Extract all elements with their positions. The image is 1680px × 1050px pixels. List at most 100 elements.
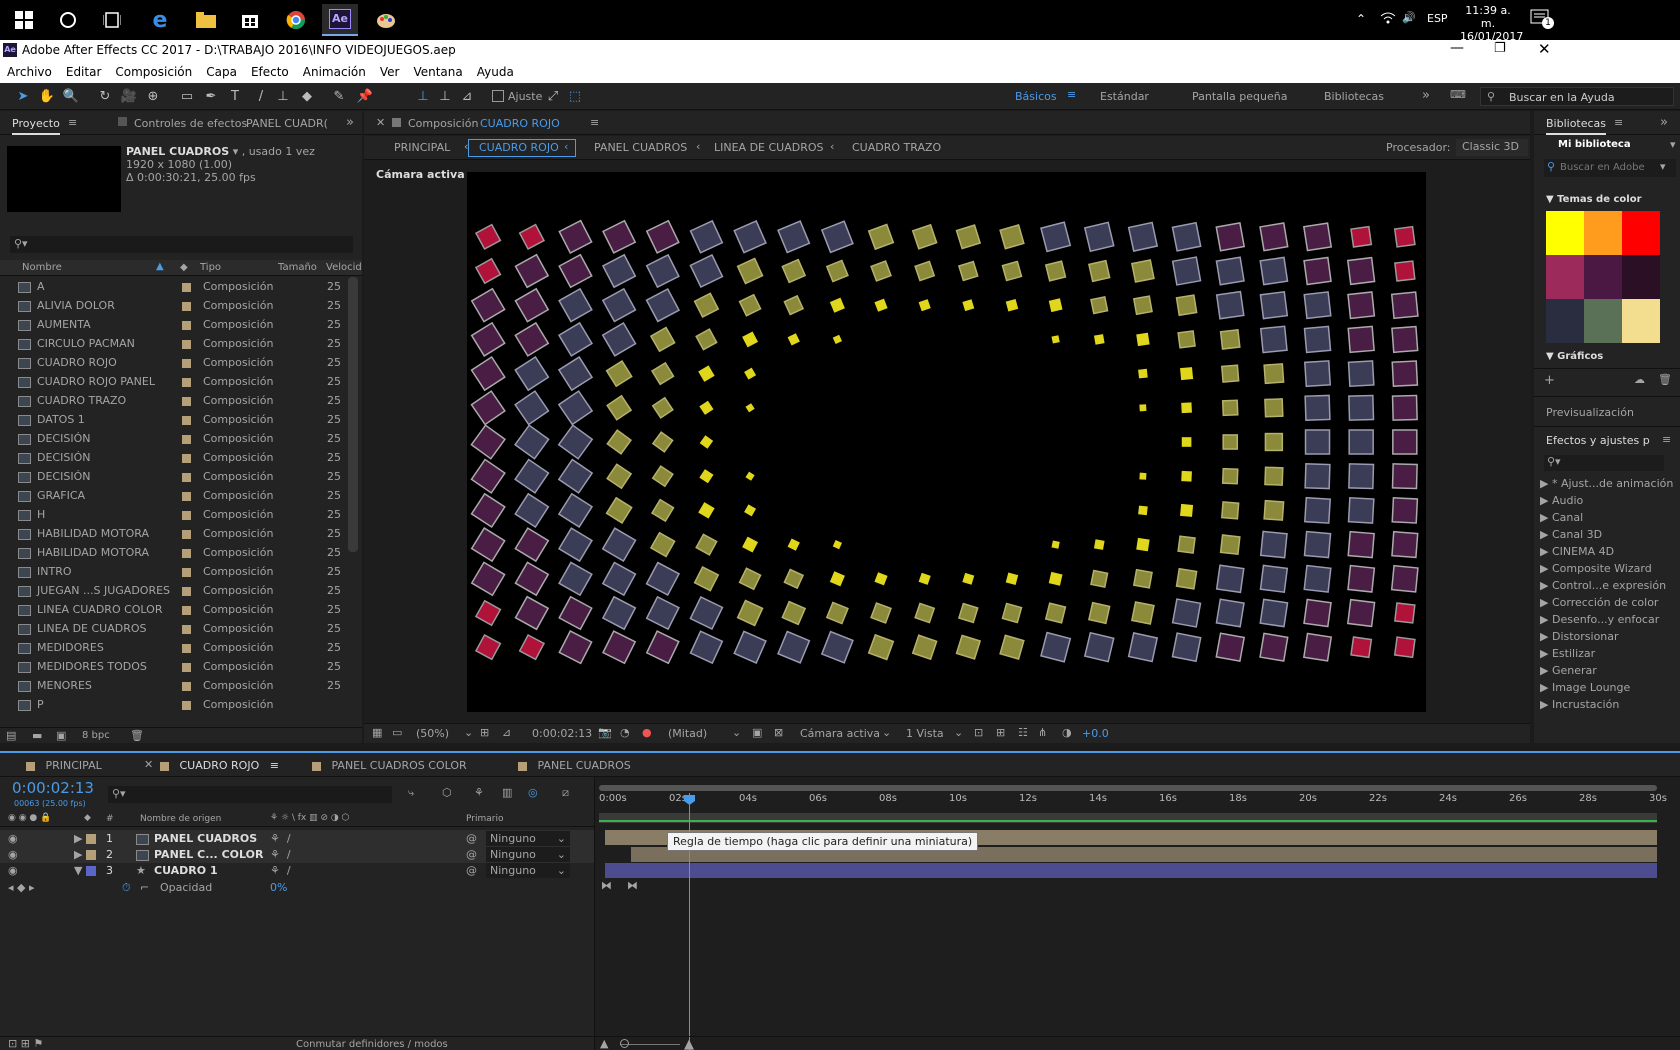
maximize-button[interactable]: ❐ bbox=[1494, 41, 1506, 56]
workspace-overflow-icon[interactable]: » bbox=[1422, 88, 1430, 103]
keyframe-icon[interactable]: ⧓ bbox=[627, 879, 638, 892]
graph-editor-icon[interactable]: ⧄ bbox=[562, 786, 569, 800]
transparency-grid-icon[interactable]: ⊠ bbox=[774, 726, 783, 739]
creative-cloud-icon[interactable]: ☁ bbox=[1634, 373, 1645, 386]
effect-category[interactable]: ▶ Image Lounge bbox=[1540, 679, 1680, 696]
keyframe-icon[interactable]: ⧓ bbox=[601, 879, 612, 892]
effect-category[interactable]: ▶ Canal 3D bbox=[1540, 526, 1680, 543]
interpret-footage-icon[interactable]: ▤ bbox=[6, 729, 16, 742]
volume-icon[interactable]: 🔊 bbox=[1402, 11, 1416, 24]
workspace-menu-icon[interactable]: ≡ bbox=[1067, 88, 1076, 101]
project-menu-icon[interactable]: ≡ bbox=[68, 116, 77, 129]
chevron-down-icon[interactable]: ⌄ bbox=[732, 726, 741, 739]
axis-local-icon[interactable]: ⊥ bbox=[414, 88, 432, 106]
timeline-layer-row[interactable]: ◉ ▶ 1 PANEL CUADROS ⚘ / @ Ninguno ⌄ bbox=[0, 830, 594, 847]
pen-tool-icon[interactable]: ✒ bbox=[202, 88, 220, 106]
project-item[interactable]: INTRO Composición 25 bbox=[0, 562, 348, 581]
sort-asc-icon[interactable]: ▲ bbox=[156, 261, 164, 272]
close-button[interactable]: ✕ bbox=[1538, 40, 1551, 58]
color-swatch[interactable] bbox=[1584, 299, 1622, 343]
draft-3d-icon[interactable]: ⬡ bbox=[442, 786, 452, 799]
task-view-icon[interactable] bbox=[94, 4, 130, 36]
menu-ayuda[interactable]: Ayuda bbox=[470, 62, 521, 79]
composition-menu-icon[interactable]: ≡ bbox=[590, 116, 599, 129]
selection-tool-icon[interactable]: ➤ bbox=[14, 88, 32, 106]
roto-brush-tool-icon[interactable]: ✎ bbox=[330, 88, 348, 106]
zoom-slider[interactable] bbox=[620, 1044, 680, 1045]
safe-zones-icon[interactable]: ⊞ bbox=[480, 726, 489, 739]
breadcrumb-linea-de-cuadros[interactable]: LINEA DE CUADROS bbox=[714, 141, 824, 154]
effects-search-input[interactable]: ⚲▾ bbox=[1544, 455, 1664, 471]
display-icon[interactable]: ▭ bbox=[392, 726, 402, 739]
snap-icon[interactable]: ⤢ bbox=[544, 88, 562, 106]
hand-tool-icon[interactable]: ✋ bbox=[38, 88, 56, 106]
zoom-out-icon[interactable]: ▲ bbox=[600, 1037, 608, 1050]
after-effects-taskbar-icon[interactable]: Ae bbox=[322, 4, 358, 36]
graphics-heading[interactable]: ▼ Gráficos bbox=[1546, 351, 1603, 362]
col-velocidad[interactable]: Velocida bbox=[326, 262, 362, 273]
pan-behind-tool-icon[interactable]: ⊕ bbox=[144, 88, 162, 106]
puppet-tool-icon[interactable]: 📌 bbox=[356, 88, 374, 106]
workspace-pantalla-pequena[interactable]: Pantalla pequeña bbox=[1192, 90, 1287, 103]
project-item[interactable]: A Composición 25 bbox=[0, 277, 348, 296]
parent-dropdown[interactable]: Ninguno ⌄ bbox=[486, 863, 570, 878]
project-item[interactable]: LINEA DE CUADROS Composición 25 bbox=[0, 619, 348, 638]
breadcrumb-cuadro-trazo[interactable]: CUADRO TRAZO bbox=[852, 141, 941, 154]
file-explorer-icon[interactable] bbox=[188, 4, 224, 36]
frame-blending-icon[interactable]: ▥ bbox=[502, 786, 512, 799]
timeline-tab-principal[interactable]: PRINCIPAL bbox=[26, 755, 102, 777]
close-tab-icon[interactable]: ✕ bbox=[144, 758, 153, 771]
trash-icon[interactable]: 🗑 bbox=[1658, 373, 1672, 386]
pickwhip-icon[interactable]: @ bbox=[466, 862, 477, 879]
help-search-input[interactable]: ⚲ Buscar en la Ayuda bbox=[1480, 87, 1674, 106]
library-selector[interactable]: Mi biblioteca ▾ bbox=[1534, 135, 1680, 155]
wifi-icon[interactable] bbox=[1380, 10, 1396, 27]
color-swatch[interactable] bbox=[1584, 255, 1622, 299]
new-folder-icon[interactable]: ▬ bbox=[32, 729, 42, 742]
parent-dropdown[interactable]: Ninguno ⌄ bbox=[486, 831, 570, 846]
project-item[interactable]: DECISIÓN Composición 25 bbox=[0, 448, 348, 467]
library-search-input[interactable]: ⚲ Buscar en Adobe ▾ bbox=[1544, 159, 1676, 177]
project-item[interactable]: HABILIDAD MOTORA Composición 25 bbox=[0, 543, 348, 562]
work-area-bar[interactable] bbox=[599, 785, 1657, 791]
add-icon[interactable]: + bbox=[1544, 373, 1555, 388]
project-item[interactable]: CUADRO ROJO Composición 25 bbox=[0, 353, 348, 372]
resolution-dropdown[interactable]: (Mitad) bbox=[668, 727, 707, 740]
project-item[interactable]: ALIVIA DOLOR Composición 25 bbox=[0, 296, 348, 315]
menu-archivo[interactable]: Archivo bbox=[0, 62, 59, 79]
project-item[interactable]: MEDIDORES Composición 25 bbox=[0, 638, 348, 657]
bpc-button[interactable]: 8 bpc bbox=[82, 730, 110, 741]
libraries-menu-icon[interactable]: ≡ bbox=[1614, 116, 1623, 129]
effect-category[interactable]: ▶ Generar bbox=[1540, 662, 1680, 679]
project-item[interactable]: CUADRO ROJO PANEL Composición 25 bbox=[0, 372, 348, 391]
pickwhip-icon[interactable]: @ bbox=[466, 846, 477, 863]
close-tab-icon[interactable]: ✕ bbox=[376, 116, 385, 129]
region-of-interest-icon[interactable]: ▣ bbox=[752, 726, 762, 739]
panel-overflow-icon[interactable]: » bbox=[1660, 115, 1668, 130]
project-item[interactable]: H Composición 25 bbox=[0, 505, 348, 524]
layer-label-color[interactable] bbox=[86, 866, 96, 876]
tab-previsualizacion[interactable]: Previsualización bbox=[1546, 406, 1634, 419]
cortana-icon[interactable] bbox=[50, 4, 86, 36]
chevron-down-icon[interactable]: ⌄ bbox=[882, 726, 891, 739]
layer-bar-3[interactable] bbox=[605, 863, 1657, 878]
project-item[interactable]: JUEGAN ...S JUGADORES Composición 25 bbox=[0, 581, 348, 600]
shy-layers-icon[interactable]: ⚘ bbox=[474, 786, 484, 799]
clock[interactable]: 11:39 a. m. 16/01/2017 bbox=[1460, 4, 1523, 43]
project-item[interactable]: GRAFICA Composición 25 bbox=[0, 486, 348, 505]
new-comp-icon[interactable]: ▣ bbox=[56, 729, 66, 742]
effect-category[interactable]: ▶ Audio bbox=[1540, 492, 1680, 509]
layer-label-color[interactable] bbox=[86, 834, 96, 844]
reset-exposure-icon[interactable]: ◑ bbox=[1062, 726, 1072, 739]
project-item[interactable]: CUADRO TRAZO Composición 25 bbox=[0, 391, 348, 410]
color-swatch[interactable] bbox=[1584, 211, 1622, 255]
project-item[interactable]: P Composición bbox=[0, 695, 348, 714]
toggle-pixel-aspect-icon[interactable]: ⊡ bbox=[974, 726, 983, 739]
zoom-slider-handle[interactable] bbox=[620, 1039, 629, 1048]
color-swatch[interactable] bbox=[1622, 299, 1660, 343]
notifications-icon[interactable]: 1 bbox=[1530, 8, 1554, 30]
effect-category[interactable]: ▶ Composite Wizard bbox=[1540, 560, 1680, 577]
property-row-opacidad[interactable]: ◂ ◆ ▸ ⏱ ⌐ Opacidad 0% bbox=[0, 879, 594, 896]
workspace-basicos[interactable]: Básicos bbox=[1015, 90, 1057, 103]
zoom-dropdown[interactable]: (50%) bbox=[416, 727, 449, 740]
